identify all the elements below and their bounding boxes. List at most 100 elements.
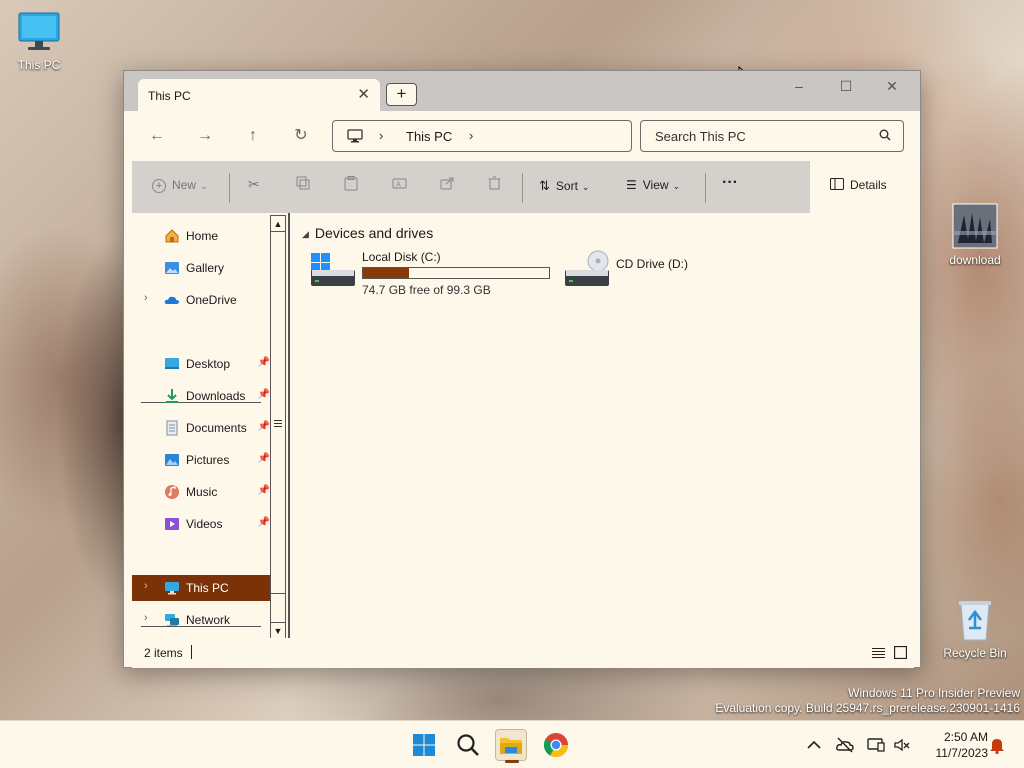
desktop-icon-download[interactable]: download [940, 203, 1010, 267]
chevron-right-icon[interactable]: › [469, 128, 473, 143]
navigation-pane: Home Gallery › OneDrive Desktop 📌 Downlo… [132, 213, 288, 639]
details-view-icon[interactable] [872, 647, 885, 662]
sidebar-item-desktop[interactable]: Desktop 📌 [132, 351, 270, 377]
chevron-up-icon[interactable] [804, 735, 824, 755]
maximize-button[interactable]: ☐ [823, 71, 869, 101]
notification-bell-icon[interactable] [987, 735, 1007, 755]
search-button[interactable] [452, 729, 484, 761]
new-button-label: New [172, 178, 197, 192]
back-arrow-icon[interactable]: ← [145, 126, 169, 146]
pin-icon: 📌 [257, 485, 270, 496]
divider [705, 173, 706, 203]
minimize-button[interactable]: – [776, 71, 822, 101]
watermark-line-1: Windows 11 Pro Insider Preview [848, 686, 1020, 700]
sidebar-item-label: Desktop [186, 357, 231, 371]
sidebar-item-onedrive[interactable]: › OneDrive [132, 287, 270, 313]
sidebar-item-this-pc[interactable]: › This PC [132, 575, 270, 601]
more-options-button[interactable]: ··· [722, 174, 738, 192]
copy-icon[interactable] [296, 176, 310, 193]
view-button[interactable]: ☰ View ⌄ [626, 178, 680, 192]
svg-text:A: A [396, 181, 401, 189]
sidebar-item-downloads[interactable]: Downloads 📌 [132, 383, 270, 409]
address-bar[interactable]: › This PC › [332, 120, 632, 152]
home-icon [164, 228, 180, 244]
status-bar: 2 items [132, 638, 914, 668]
windows-logo-icon [413, 734, 435, 756]
chevron-right-icon[interactable]: › [379, 128, 383, 143]
up-arrow-icon[interactable]: ↑ [241, 126, 265, 146]
chevron-right-icon[interactable]: › [144, 292, 148, 304]
drive-free-space: 74.7 GB free of 99.3 GB [362, 283, 491, 297]
sidebar-item-music[interactable]: Music 📌 [132, 479, 270, 505]
sidebar-item-network[interactable]: › Network [132, 607, 270, 633]
command-bar: + New ⌄ ✂ A ⇅ Sort ⌄ ☰ View ⌄ ··· Detail… [132, 161, 914, 213]
forward-arrow-icon[interactable]: → [193, 126, 217, 146]
drive-name: CD Drive (D:) [616, 257, 688, 271]
sidebar-item-videos[interactable]: Videos 📌 [132, 511, 270, 537]
tab-close-icon[interactable]: ✕ [357, 85, 370, 103]
sidebar-item-label: Pictures [186, 453, 230, 467]
sidebar-item-label: Music [186, 485, 218, 499]
cut-icon[interactable]: ✂ [248, 176, 260, 193]
grip-icon-middle [274, 423, 282, 424]
sidebar-item-documents[interactable]: Documents 📌 [132, 415, 270, 441]
sidebar-item-home[interactable]: Home [132, 223, 270, 249]
pin-icon: 📌 [257, 389, 270, 400]
rename-icon[interactable]: A [392, 176, 407, 193]
new-tab-button[interactable]: + [386, 83, 417, 106]
chrome-taskbar-button[interactable] [540, 729, 572, 761]
system-clock[interactable]: 2:50 AM 11/7/2023 [918, 729, 989, 761]
sort-button[interactable]: ⇅ Sort ⌄ [539, 178, 589, 194]
chevron-right-icon[interactable]: › [144, 612, 148, 624]
desktop-icon-this-pc[interactable]: This PC [4, 10, 74, 72]
drive-usage-fill [363, 268, 410, 278]
group-header-devices[interactable]: ◢ Devices and drives [302, 225, 433, 241]
drive-item-d[interactable]: CD Drive (D:) [564, 250, 744, 300]
view-button-label: View [642, 178, 669, 192]
volume-muted-icon[interactable] [892, 735, 912, 755]
breadcrumb-this-pc[interactable]: This PC [406, 129, 452, 144]
share-icon[interactable] [440, 176, 455, 193]
sidebar-item-label: OneDrive [186, 293, 237, 307]
drive-item-c[interactable]: Local Disk (C:) 74.7 GB free of 99.3 GB [310, 250, 570, 300]
group-title: Devices and drives [314, 225, 434, 241]
music-icon [164, 484, 180, 500]
collapse-triangle-icon[interactable]: ◢ [302, 229, 309, 239]
search-icon [879, 129, 891, 144]
file-explorer-taskbar-button[interactable] [495, 729, 527, 763]
onedrive-offline-icon[interactable] [835, 735, 855, 755]
sidebar-item-gallery[interactable]: Gallery [132, 255, 270, 281]
details-pane-icon [830, 178, 844, 193]
start-button[interactable] [408, 729, 440, 761]
refresh-icon[interactable]: ↻ [289, 126, 313, 146]
tiles-view-icon[interactable] [893, 645, 908, 662]
folder-icon [500, 738, 522, 754]
image-thumbnail-icon [952, 203, 998, 249]
network-icon [164, 612, 180, 628]
pin-icon: 📌 [257, 453, 270, 464]
pictures-icon [164, 452, 180, 468]
sidebar-item-pictures[interactable]: Pictures 📌 [132, 447, 270, 473]
scroll-up-arrow-icon[interactable]: ▲ [271, 216, 285, 232]
paste-icon[interactable] [344, 176, 358, 194]
search-box[interactable]: Search This PC [640, 120, 904, 152]
sidebar-scrollbar[interactable]: ▲ ▼ [270, 215, 286, 639]
display-icon[interactable] [866, 735, 886, 755]
hard-drive-icon [310, 250, 356, 291]
chevron-right-icon[interactable]: › [144, 580, 148, 592]
desktop-icon-recycle-bin[interactable]: Recycle Bin [940, 598, 1010, 660]
details-button[interactable]: Details [830, 178, 887, 193]
delete-icon[interactable] [488, 176, 501, 193]
document-icon [164, 420, 180, 436]
chevron-down-icon: ⌄ [581, 182, 590, 192]
scrollbar-thumb[interactable] [271, 232, 285, 594]
taskbar: 2:50 AM 11/7/2023 [0, 720, 1024, 768]
desktop-icon-label: This PC [17, 58, 61, 72]
tab-this-pc[interactable]: This PC ✕ [138, 79, 380, 111]
pane-divider[interactable] [288, 213, 290, 638]
item-count: 2 items [144, 646, 183, 660]
close-button[interactable]: ✕ [869, 71, 915, 101]
scroll-down-arrow-icon[interactable]: ▼ [271, 622, 285, 638]
new-button[interactable]: + New ⌄ [152, 178, 208, 193]
sidebar-item-label: Gallery [186, 261, 225, 275]
